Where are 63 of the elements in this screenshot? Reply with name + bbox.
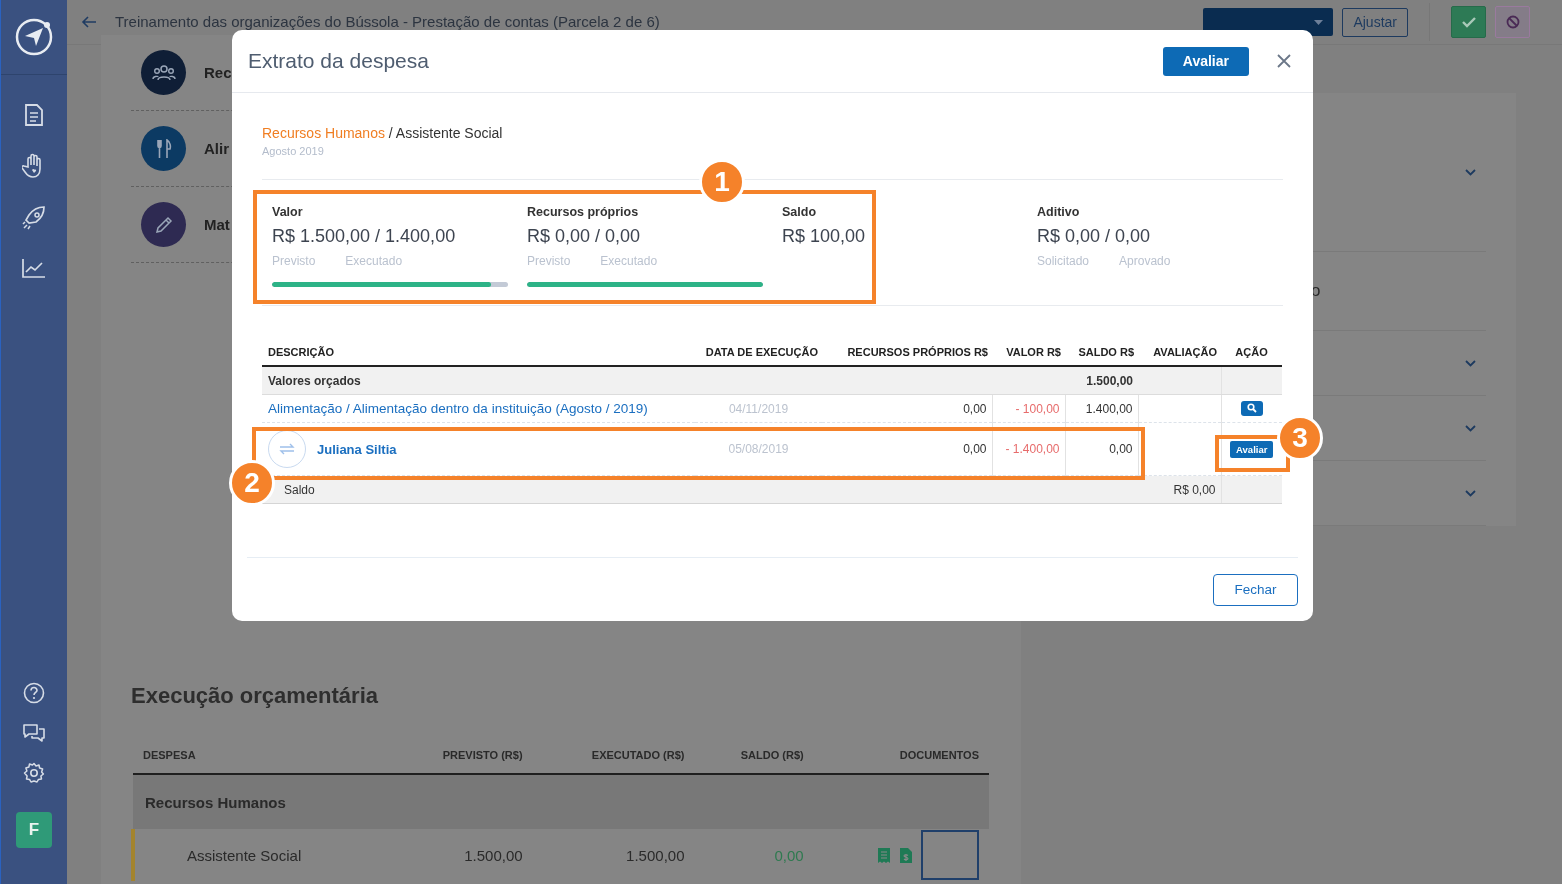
person-link[interactable]: Juliana Siltia [316,441,397,457]
table-cell: 1.500,00 [1065,366,1138,395]
chat-icon[interactable] [21,722,47,744]
document-icon[interactable] [23,103,45,127]
check-icon [1461,16,1476,28]
search-button[interactable] [1240,400,1263,416]
stat-value: R$ 1.500,00 / 1.400,00 [272,226,457,247]
evaluate-button[interactable]: Avaliar [1162,46,1249,76]
pencil-icon [154,215,173,234]
rocket-icon[interactable] [21,205,47,231]
people-icon [151,63,176,82]
close-button[interactable]: Fechar [1213,573,1298,606]
stat-caption: Previsto [527,254,571,269]
chevron-down-icon[interactable] [1465,489,1476,497]
category-label: Mat [204,216,230,233]
search-icon [1246,403,1257,414]
breadcrumb: Recursos Humanos / Assistente Social [262,125,504,141]
ban-icon [1505,15,1520,29]
step-number: 1 [699,159,745,205]
reject-button[interactable] [1495,6,1530,38]
stat-value: R$ 100,00 [782,226,867,247]
approve-button[interactable] [1451,6,1486,38]
back-arrow-icon[interactable] [81,15,97,29]
step-number: 3 [1277,415,1323,461]
table-cell: 1.400,00 [1065,394,1138,423]
table-cell: Assistente Social [133,829,390,881]
expense-link[interactable]: Alimentação / Alimentação dentro da instituição (Agosto / 2019) [267,401,648,416]
stat-caption: Previsto [272,254,316,269]
stat-value: R$ 0,00 / 0,00 [527,226,642,247]
dialog-title: Extrato da despesa [248,49,429,73]
caret-icon [1314,19,1324,25]
help-icon[interactable] [23,682,45,704]
fork-knife-icon [154,138,173,159]
chevron-down-icon[interactable] [1465,359,1476,367]
stat-value: R$ 0,00 / 0,00 [1037,226,1152,247]
stat-caption: Aprovado [1119,254,1171,269]
chevron-down-icon[interactable] [1465,424,1476,432]
stat-label: Saldo [782,205,818,219]
stat-caption: Executado [345,254,403,269]
user-avatar[interactable]: F [16,812,52,848]
group-row: Recursos Humanos [133,774,989,829]
table-cell: 04/11/2019 [695,394,822,423]
evaluate-button[interactable]: Avaliar [1230,440,1274,458]
table-cell: - 100,00 [992,394,1065,423]
period-label: Agosto 2019 [262,145,325,157]
category-label: Rec [204,64,232,81]
chevron-down-icon[interactable] [1465,168,1476,176]
category-label: Alir [204,140,229,157]
table-cell: 0,00 [822,394,992,423]
compass-logo-icon[interactable] [14,17,54,57]
stat-caption: Executado [600,254,658,269]
page-title: Treinamento das organizações do Bússola - Prestação de contas (Parcela 2 de 6) [115,12,660,30]
stat-caption: Solicitado [1037,254,1090,269]
stat-label: Valor [272,205,304,219]
section-title: Execução orçamentária [131,683,380,709]
chart-icon[interactable] [21,257,47,279]
stat-label: Recursos próprios [527,205,640,219]
stat-label: Aditivo [1037,205,1081,219]
settings-icon[interactable] [23,762,45,784]
close-icon[interactable] [1277,54,1291,68]
group-label: Valores orçados [262,366,1065,395]
step-number: 2 [229,460,275,506]
adjust-button[interactable]: Ajustar [1342,7,1408,37]
